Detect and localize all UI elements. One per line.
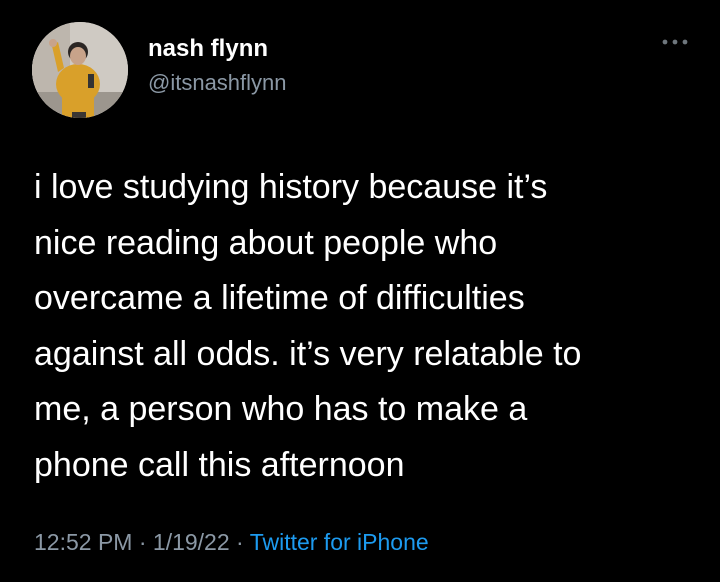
tweet-metadata: 12:52 PM · 1/19/22 · Twitter for iPhone [34, 527, 429, 557]
avatar[interactable] [32, 22, 128, 118]
tweet-time[interactable]: 12:52 PM [34, 529, 132, 555]
tweet-text: i love studying history because it’s nic… [34, 160, 704, 493]
author-names: nash flynn @itsnashflynn [148, 34, 287, 98]
tweet-source-link[interactable]: Twitter for iPhone [250, 529, 429, 555]
tweet-text-line: against all odds. it’s very relatable to [34, 334, 582, 373]
tweet-text-line: phone call this afternoon [34, 445, 405, 484]
user-handle[interactable]: @itsnashflynn [148, 68, 287, 98]
tweet-date[interactable]: 1/19/22 [153, 529, 230, 555]
avatar-photo-icon [32, 22, 128, 118]
display-name[interactable]: nash flynn [148, 34, 287, 64]
meta-separator: · [132, 529, 153, 555]
tweet-text-line: me, a person who has to make a [34, 390, 528, 428]
tweet-card: nash flynn @itsnashflynn i love studying… [0, 0, 720, 582]
tweet-header: nash flynn @itsnashflynn [32, 22, 692, 118]
meta-separator: · [229, 529, 250, 555]
tweet-text-line: overcame a lifetime of difficulties [34, 279, 525, 317]
more-options-icon[interactable] [658, 32, 692, 52]
tweet-text-line: nice reading about people who [34, 223, 498, 262]
tweet-text-line: i love studying history because it’s [34, 168, 548, 206]
